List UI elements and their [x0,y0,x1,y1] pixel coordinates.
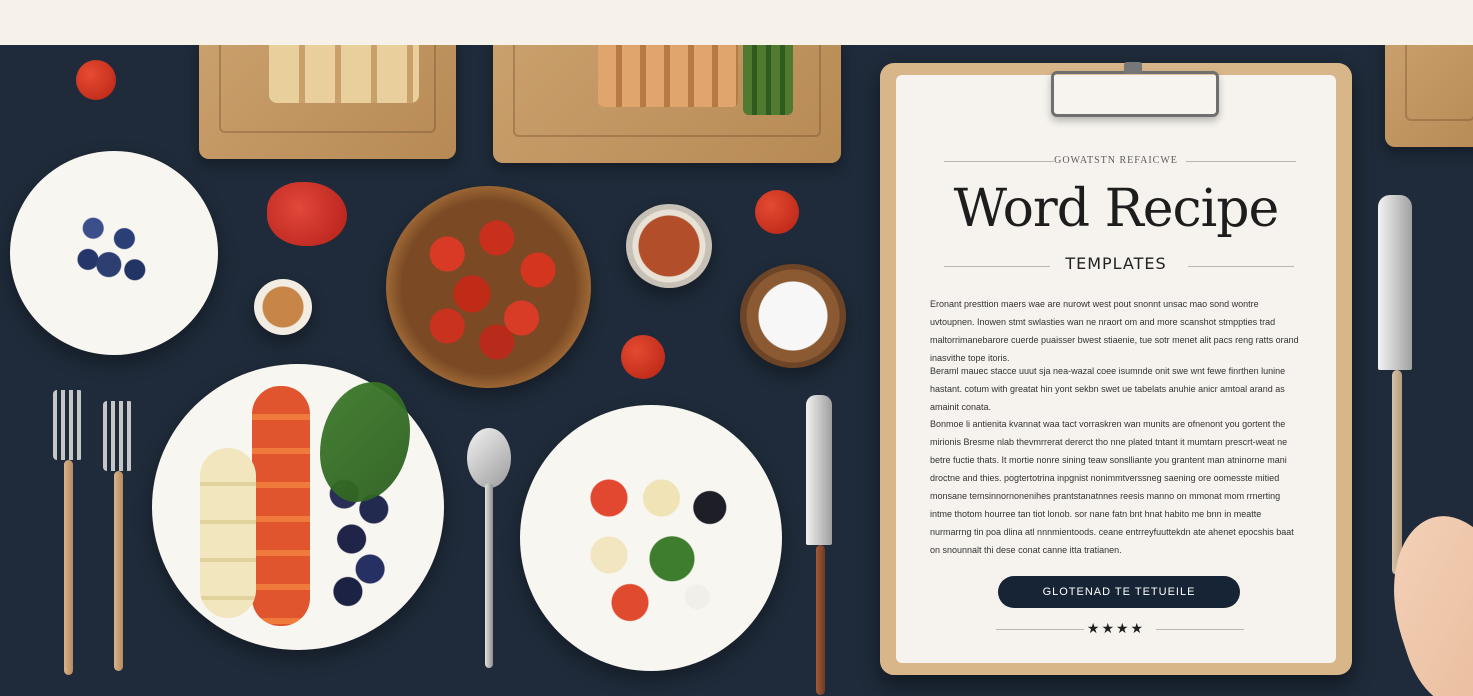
tomato-grape-plate [152,364,444,650]
knife-center [806,395,836,695]
tomato-middle [621,335,665,379]
blueberry-plate [10,151,218,355]
knife-right [1378,195,1418,575]
basil-leaves [320,382,410,502]
fork-handle-right [114,471,123,671]
clipboard: GOWATSTN REFAICWE Word Recipe TEMPLATES … [880,62,1352,675]
strawberry [267,182,347,246]
salad [546,441,756,631]
recipe-hero-image: GOWATSTN REFAICWE Word Recipe TEMPLATES … [0,45,1473,696]
cherry-tomatoes [406,206,571,366]
rating-stars: ★★★★ [1086,620,1146,636]
spoon-handle [485,483,493,668]
bread-slices [269,45,419,103]
fork-tines-left [53,390,83,460]
knife-blade-center [806,395,832,545]
banana-slices [200,448,256,618]
fruit-salad-plate [520,405,782,671]
spoon-bowl [467,428,511,488]
fork-right [103,401,133,671]
tomato-right [755,190,799,234]
recipe-subtitle: TEMPLATES [1065,254,1167,273]
recipe-paragraph-1: Eronant presttion maers wae are nurowt w… [930,299,1299,363]
green-beans [743,45,793,115]
knife-blade-right [1378,195,1412,370]
clipboard-clip [1051,62,1219,117]
knife-handle-center [816,545,825,695]
fork-handle-left [64,460,73,675]
flour-bowl [740,264,846,368]
tomato-top-left [76,60,116,100]
tomato-slices [252,386,310,626]
corner-board [1385,45,1473,147]
veg-board [493,45,841,163]
recipe-title: Word Recipe [953,179,1280,239]
fork-tines-right [103,401,133,471]
top-bar [0,0,1473,46]
cta-button[interactable]: GLOTENAD TE TETUEILE [998,576,1240,608]
blueberries [62,197,166,301]
recipe-paragraph-2: Beraml mauec stacce uuut sja nea-wazal c… [930,366,1286,412]
spoon [464,428,514,668]
bread-board [199,45,456,159]
knife-handle-right [1392,370,1402,575]
tomato-bowl [386,186,591,388]
spice-jar [626,204,712,288]
recipe-paragraph-3: Bonmoe li antienita kvannat waa tact vor… [930,419,1294,555]
fork-left [53,390,83,675]
recipe-card: GOWATSTN REFAICWE Word Recipe TEMPLATES … [896,62,1336,663]
bread-sticks [598,45,738,107]
paprika-bowl [254,279,312,335]
recipe-eyebrow: GOWATSTN REFAICWE [1054,155,1178,166]
